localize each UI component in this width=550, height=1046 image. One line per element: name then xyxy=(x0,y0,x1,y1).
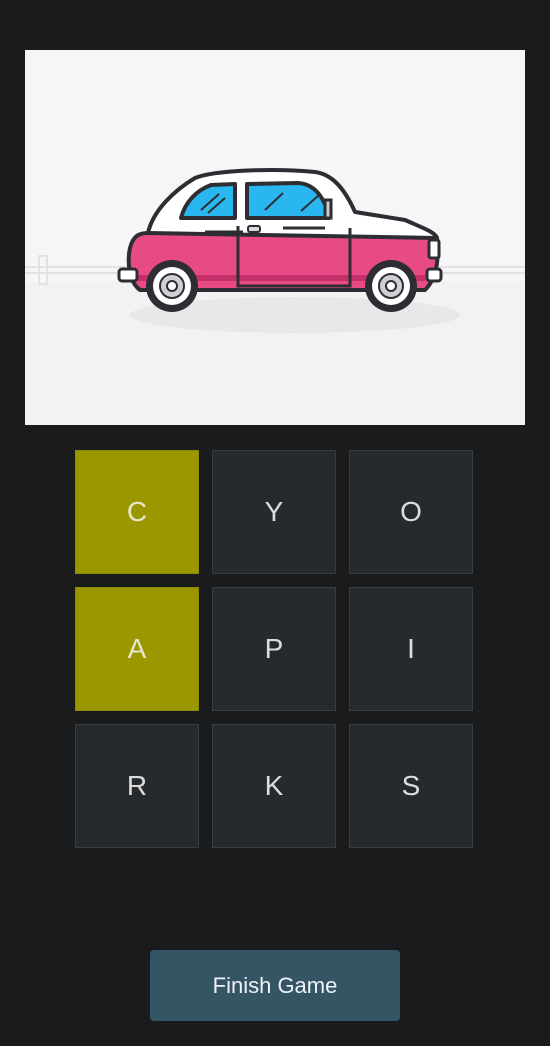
letter-tile[interactable]: I xyxy=(349,587,473,711)
finish-game-button[interactable]: Finish Game xyxy=(150,950,400,1021)
letter-tile[interactable]: C xyxy=(75,450,199,574)
letter-tile[interactable]: A xyxy=(75,587,199,711)
game-screen: C Y O A P I R K S Finish Game xyxy=(0,0,550,1046)
letter-grid: C Y O A P I R K S xyxy=(75,450,475,848)
letter-tile[interactable]: Y xyxy=(212,450,336,574)
letter-tile[interactable]: P xyxy=(212,587,336,711)
letter-tile[interactable]: O xyxy=(349,450,473,574)
letter-tile[interactable]: K xyxy=(212,724,336,848)
letter-tile[interactable]: S xyxy=(349,724,473,848)
car-icon xyxy=(25,50,525,425)
puzzle-image xyxy=(25,50,525,425)
letter-tile[interactable]: R xyxy=(75,724,199,848)
